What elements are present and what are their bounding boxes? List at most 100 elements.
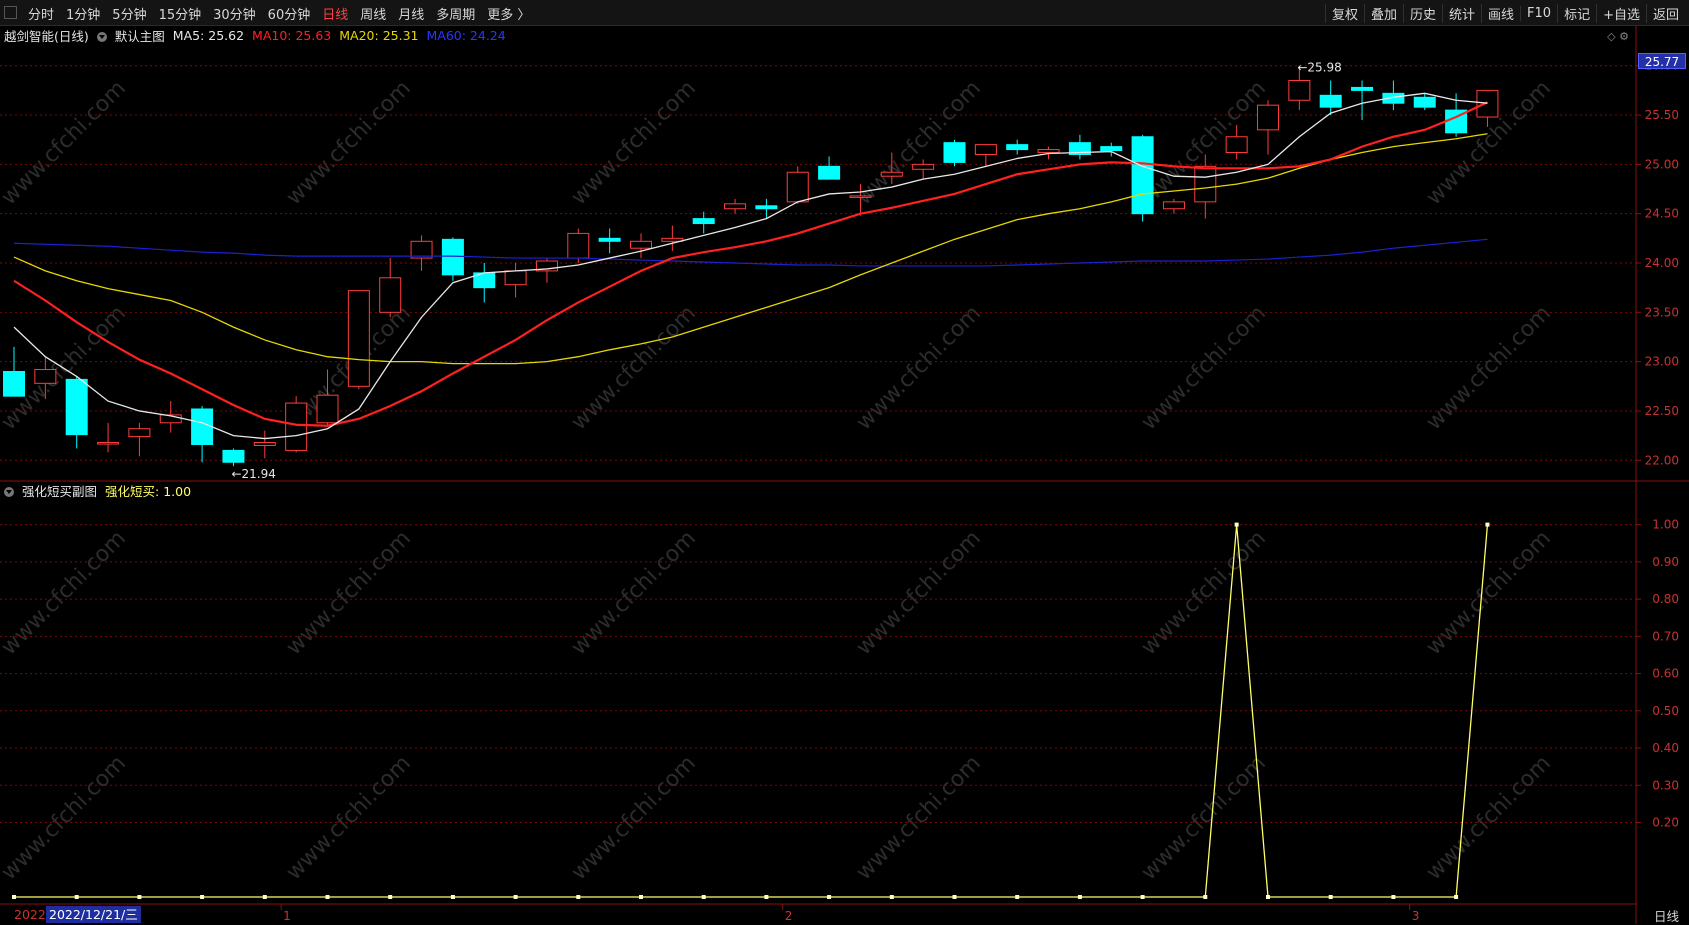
ma60-value: MA60: 24.24 <box>426 27 506 43</box>
tab-period-10[interactable]: 更多 〉 <box>481 4 536 23</box>
indicator-point <box>1266 895 1270 899</box>
candle-body-up <box>1194 165 1217 203</box>
candle-body-up <box>1225 136 1248 154</box>
candle-body-down <box>1131 136 1154 215</box>
indicator-point <box>1328 895 1333 899</box>
tab-period-9[interactable]: 多周期 <box>430 4 481 23</box>
watermark-text: www.cfchi.com <box>282 751 416 885</box>
sub-axis-label: 0.20 <box>1652 816 1679 830</box>
candle-body-down <box>3 371 25 397</box>
main-chart-selector[interactable]: 默认主图 <box>96 26 165 45</box>
period-tabs: 分时 1分钟 5分钟 15分钟 30分钟 60分钟 日线 周线 月线 多周期 更多 〉 <box>22 0 536 26</box>
candle-body-up <box>128 428 151 438</box>
tab-period-7[interactable]: 周线 <box>354 4 392 23</box>
sub-chart-name: 强化短买副图 <box>22 483 98 499</box>
tab-period-5[interactable]: 60分钟 <box>262 4 317 23</box>
sub-axis-label: 0.30 <box>1652 778 1679 792</box>
main-chart-name: 默认主图 <box>114 28 165 44</box>
candle-body-up <box>347 290 370 387</box>
watermark-text: www.cfchi.com <box>0 76 131 210</box>
chart-canvas[interactable]: www.cfchi.com www.cfchi.com www.cfchi.com w… <box>0 26 1689 924</box>
price-axis-label: 22.00 <box>1645 453 1679 467</box>
candle <box>661 225 684 252</box>
watermark-text: www.cfchi.com <box>567 76 701 210</box>
candle <box>943 139 966 167</box>
tab-period-8[interactable]: 月线 <box>392 4 430 23</box>
sub-chart-selector[interactable]: 强化短买副图 <box>4 481 97 500</box>
ma20-value: MA20: 25.31 <box>339 27 419 43</box>
candle <box>692 211 715 234</box>
price-axis-label: 24.00 <box>1645 256 1679 270</box>
indicator-point <box>1203 895 1208 899</box>
watermark-text: www.cfchi.com <box>0 301 131 435</box>
candle <box>630 233 652 259</box>
candle-body-down <box>65 378 88 436</box>
candle <box>535 258 558 283</box>
candle <box>1351 80 1374 120</box>
current-price-marker: 25.77 <box>1638 53 1686 69</box>
candle-body-up <box>849 195 872 198</box>
tool-button-1[interactable]: 叠加 <box>1363 3 1403 23</box>
watermark-text: www.cfchi.com <box>567 526 701 660</box>
tool-button-8[interactable]: 返回 <box>1645 3 1685 23</box>
watermark-text: www.cfchi.com <box>0 526 131 660</box>
watermark-text: www.cfchi.com <box>1137 751 1271 885</box>
candle-body-up <box>97 442 120 445</box>
indicator-value: 强化短买: 1.00 <box>105 483 192 499</box>
tool-button-2[interactable]: 历史 <box>1402 3 1442 23</box>
tab-period-6[interactable]: 日线 <box>316 4 354 23</box>
candle-body-down <box>692 218 715 225</box>
tool-button-0[interactable]: 复权 <box>1324 3 1364 23</box>
stock-name[interactable]: 越剑智能(日线) <box>4 26 89 45</box>
tool-button-4[interactable]: 画线 <box>1481 3 1520 23</box>
indicator-point <box>1077 895 1082 899</box>
indicator-point <box>952 895 957 899</box>
watermark-text: www.cfchi.com <box>567 301 701 435</box>
price-axis-label: 25.00 <box>1645 157 1679 171</box>
chart-corner-icons: ◇ ⚙ <box>1607 30 1629 43</box>
diamond-icon[interactable]: ◇ <box>1607 30 1615 43</box>
candle-body-up <box>1037 149 1060 154</box>
sub-axis-label: 0.90 <box>1652 555 1679 569</box>
tool-button-5[interactable]: F10 <box>1520 5 1557 21</box>
candle-body-down <box>1006 144 1029 151</box>
tool-button-7[interactable]: +自选 <box>1596 3 1646 23</box>
tool-button-3[interactable]: 统计 <box>1442 3 1481 23</box>
candle-body-down <box>818 165 841 180</box>
indicator-point <box>1454 895 1459 899</box>
watermark-text: www.cfchi.com <box>1137 526 1271 660</box>
candle-body-up <box>253 442 276 446</box>
candle <box>3 346 25 397</box>
tab-period-3[interactable]: 15分钟 <box>153 4 208 23</box>
tab-period-2[interactable]: 5分钟 <box>106 4 152 23</box>
tab-period-0[interactable]: 分时 <box>22 4 60 23</box>
candle-body-up <box>1162 201 1185 210</box>
candle-body-up <box>786 171 809 203</box>
candle-body-up <box>912 163 935 170</box>
watermark-text: www.cfchi.com <box>567 751 701 885</box>
tab-period-1[interactable]: 1分钟 <box>60 4 106 23</box>
candle <box>1006 139 1029 155</box>
sub-chart-legend: 强化短买副图 强化短买: 1.00 <box>4 481 199 499</box>
candle <box>128 422 151 457</box>
candle-body-down <box>598 237 621 242</box>
candle <box>1413 93 1436 111</box>
tool-button-6[interactable]: 标记 <box>1557 3 1596 23</box>
tab-period-4[interactable]: 30分钟 <box>207 4 262 23</box>
candle-body-down <box>943 142 966 163</box>
watermark-text: www.cfchi.com <box>282 76 416 210</box>
settings-icon[interactable]: ⚙ <box>1619 30 1629 43</box>
time-axis-label: 1 <box>283 909 291 923</box>
watermark-text: www.cfchi.com <box>282 526 416 660</box>
candle-body-down <box>755 205 778 210</box>
watermark-text: www.cfchi.com <box>852 751 986 885</box>
dropdown-icon <box>96 32 107 42</box>
main-chart-legend: 越剑智能(日线) 默认主图 MA5: 25.62 MA10: 25.63 MA2… <box>4 26 514 44</box>
time-axis-label: 2 <box>785 909 793 923</box>
candle <box>1319 80 1342 116</box>
menu-icon[interactable] <box>4 6 17 19</box>
candle <box>974 144 997 167</box>
indicator-point <box>137 895 142 899</box>
crosshair-date: 2022/12/21/三 <box>46 906 141 923</box>
candle-body-down <box>1100 146 1123 152</box>
